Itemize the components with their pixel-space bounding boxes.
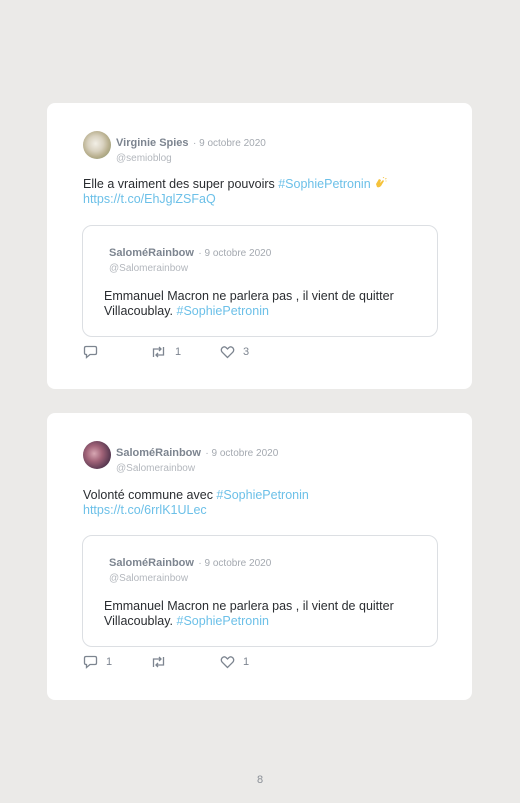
heart-icon bbox=[220, 656, 235, 669]
author-handle[interactable]: @semioblog bbox=[116, 153, 266, 164]
quoted-tweet[interactable]: SaloméRainbow · 9 octobre 2020 @Salomera… bbox=[82, 225, 438, 337]
like-button[interactable]: 3 bbox=[220, 345, 249, 359]
retweet-button[interactable] bbox=[150, 655, 175, 669]
hashtag-link[interactable]: #SophiePetronin bbox=[278, 177, 370, 191]
quoted-text-line1: Emmanuel Macron ne parlera pas , il vien… bbox=[104, 599, 394, 613]
tweet-text: Volonté commune avec #SophiePetronin htt… bbox=[83, 488, 443, 518]
quoted-hashtag-link[interactable]: #SophiePetronin bbox=[177, 614, 269, 628]
like-button[interactable]: 1 bbox=[220, 655, 249, 669]
tweet-header: Virginie Spies · 9 octobre 2020 @semiobl… bbox=[116, 133, 266, 164]
clapping-hands-emoji-icon bbox=[374, 176, 387, 189]
tweet-date[interactable]: · 9 octobre 2020 bbox=[205, 448, 278, 459]
tweet-text-body: Volonté commune avec bbox=[83, 488, 217, 502]
quoted-author-handle: @Salomerainbow bbox=[109, 573, 189, 584]
quoted-text-line2: Villacoublay. bbox=[104, 614, 177, 628]
quoted-tweet-text: Emmanuel Macron ne parlera pas , il vien… bbox=[104, 289, 424, 319]
heart-icon bbox=[220, 346, 235, 359]
tweet-text-body: Elle a vraiment des super pouvoirs bbox=[83, 177, 279, 191]
quoted-tweet-header: SaloméRainbow · 9 octobre 2020 @Salomera… bbox=[109, 553, 271, 584]
quoted-author-name[interactable]: SaloméRainbow bbox=[109, 557, 194, 569]
reply-icon bbox=[83, 345, 98, 359]
tweet-text: Elle a vraiment des super pouvoirs #Soph… bbox=[83, 176, 443, 207]
quoted-tweet-text: Emmanuel Macron ne parlera pas , il vien… bbox=[104, 599, 424, 629]
quoted-tweet-header: SaloméRainbow · 9 octobre 2020 @Salomera… bbox=[109, 243, 271, 274]
avatar[interactable] bbox=[83, 131, 111, 159]
tweet-card: Virginie Spies · 9 octobre 2020 @semiobl… bbox=[47, 103, 472, 389]
quoted-tweet[interactable]: SaloméRainbow · 9 octobre 2020 @Salomera… bbox=[82, 535, 438, 647]
quoted-text-line2: Villacoublay. bbox=[104, 304, 177, 318]
reply-button[interactable]: 1 bbox=[83, 655, 112, 669]
author-name[interactable]: Virginie Spies bbox=[116, 137, 189, 149]
quoted-text-line1: Emmanuel Macron ne parlera pas , il vien… bbox=[104, 289, 394, 303]
quoted-tweet-date: · 9 octobre 2020 bbox=[198, 558, 272, 569]
page-number: 8 bbox=[256, 774, 264, 786]
avatar[interactable] bbox=[83, 441, 111, 469]
tweet-card: SaloméRainbow · 9 octobre 2020 @Salomera… bbox=[47, 413, 472, 700]
like-count: 3 bbox=[243, 346, 250, 358]
retweet-icon bbox=[152, 656, 165, 668]
like-count: 1 bbox=[243, 656, 250, 668]
author-handle[interactable]: @Salomerainbow bbox=[116, 463, 278, 474]
retweet-count: 1 bbox=[175, 346, 182, 358]
author-name[interactable]: SaloméRainbow bbox=[116, 447, 201, 459]
retweet-button[interactable]: 1 bbox=[150, 345, 181, 359]
tweet-link[interactable]: https://t.co/6rrlK1ULec bbox=[83, 503, 207, 517]
retweet-icon bbox=[152, 346, 165, 358]
hashtag-link[interactable]: #SophiePetronin bbox=[216, 488, 308, 502]
reply-count: 1 bbox=[106, 656, 113, 668]
tweet-actions: 1 3 bbox=[83, 345, 383, 361]
quoted-tweet-date: · 9 octobre 2020 bbox=[198, 248, 272, 259]
tweet-actions: 1 1 bbox=[83, 655, 383, 671]
tweet-date[interactable]: · 9 octobre 2020 bbox=[193, 138, 266, 149]
reply-button[interactable] bbox=[83, 345, 106, 359]
quoted-author-name[interactable]: SaloméRainbow bbox=[109, 247, 194, 259]
reply-icon bbox=[83, 655, 98, 669]
quoted-author-handle: @Salomerainbow bbox=[109, 263, 189, 274]
quoted-hashtag-link[interactable]: #SophiePetronin bbox=[177, 304, 269, 318]
tweet-header: SaloméRainbow · 9 octobre 2020 @Salomera… bbox=[116, 443, 278, 474]
tweet-link[interactable]: https://t.co/EhJglZSFaQ bbox=[83, 192, 216, 206]
